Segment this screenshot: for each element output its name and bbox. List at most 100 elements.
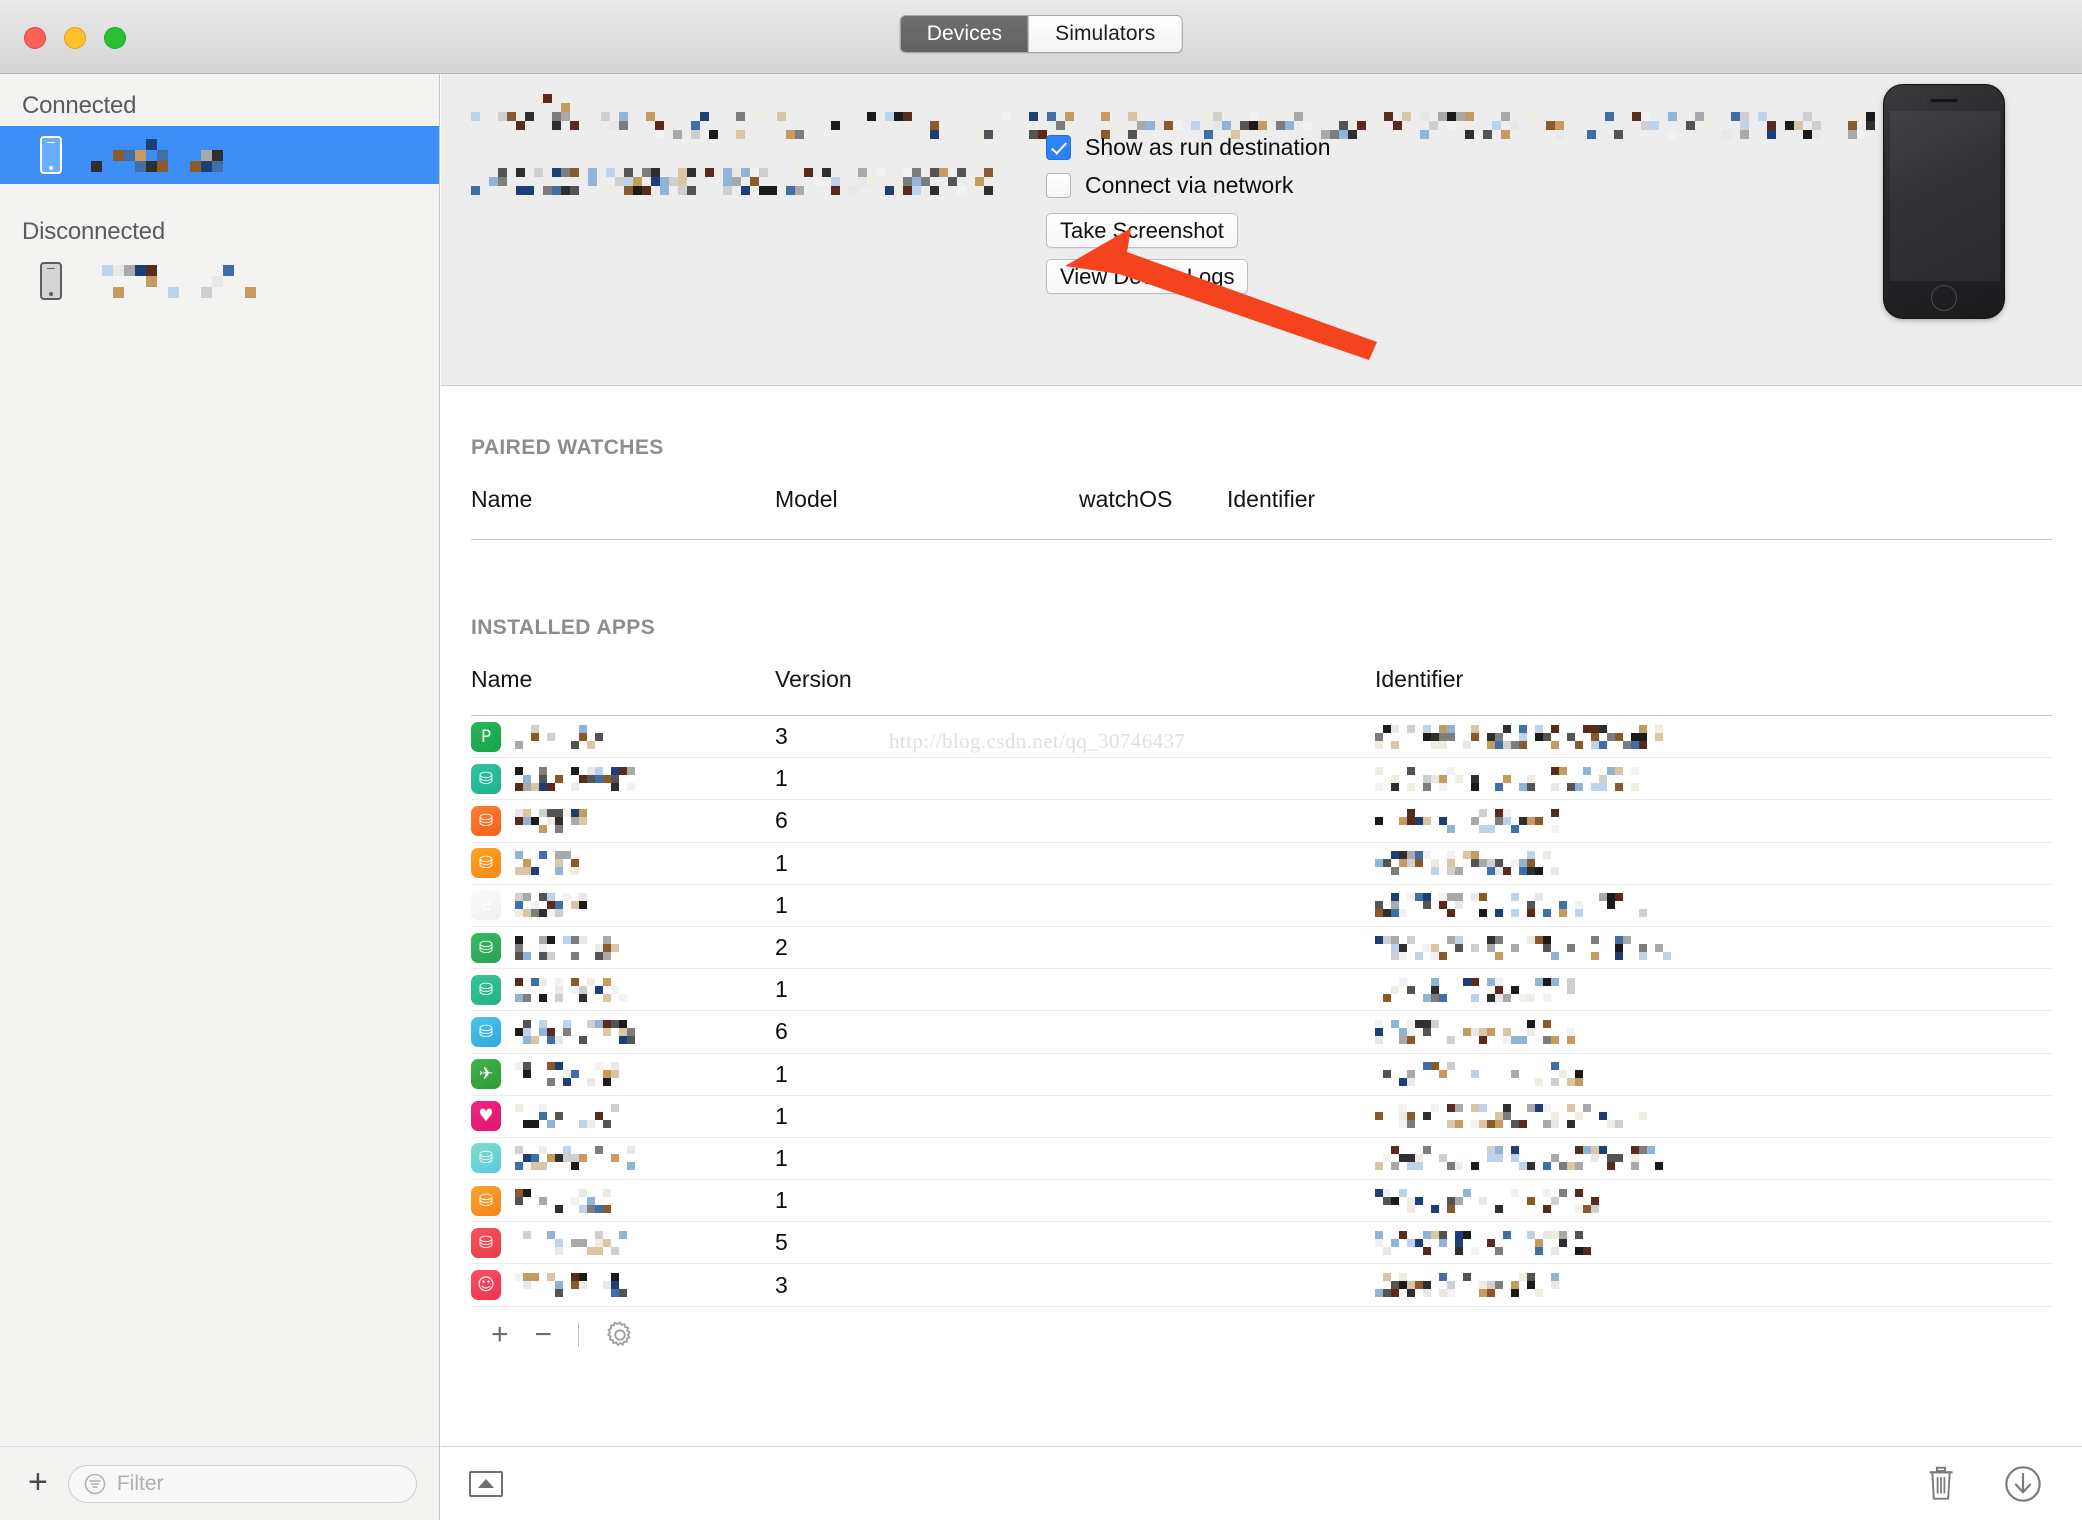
- view-device-logs-button[interactable]: View Device Logs: [1046, 259, 1249, 294]
- app-identifier-redacted: [1375, 724, 1663, 749]
- device-image: [1883, 84, 2005, 319]
- table-row[interactable]: ☺ 3: [471, 1264, 2052, 1307]
- app-version-cell: 1: [775, 765, 788, 792]
- app-identifier-redacted: [1375, 1062, 1591, 1087]
- app-identifier-redacted: [1375, 1019, 1583, 1044]
- installed-apps-column-headers: Name Version Identifier: [471, 666, 2082, 693]
- paired-watches-empty-body: [471, 540, 2082, 616]
- close-button[interactable]: [24, 27, 46, 49]
- table-row[interactable]: ⛁ 1: [471, 843, 2052, 885]
- column-header-identifier[interactable]: Identifier: [1375, 666, 1463, 693]
- app-icon-glyph: ⛁: [478, 853, 494, 874]
- device-header: Show as run destination Connect via netw…: [441, 74, 2082, 386]
- app-name-redacted: [515, 1273, 627, 1298]
- app-version-cell: 6: [775, 1018, 788, 1045]
- maximize-button[interactable]: [104, 27, 126, 49]
- sidebar-section-connected-header: Connected: [22, 92, 137, 119]
- device-title-redacted: [471, 94, 579, 130]
- app-icon-glyph: e: [480, 895, 492, 916]
- table-row[interactable]: e1: [471, 885, 2052, 927]
- app-icon-glyph: ☺: [477, 1275, 495, 1296]
- app-name-cell: ⛁: [471, 1143, 775, 1174]
- connect-via-network-row[interactable]: Connect via network: [1046, 172, 1331, 199]
- table-row[interactable]: ⛁ 6: [471, 1011, 2052, 1054]
- app-name-redacted: [515, 766, 635, 791]
- app-icon: ⛁: [471, 1143, 501, 1174]
- sidebar-item-connected-device[interactable]: [0, 126, 439, 184]
- app-name-cell: e: [471, 890, 775, 921]
- column-header-name[interactable]: Name: [471, 666, 775, 693]
- device-detail-panel: Show as run destination Connect via netw…: [441, 74, 2082, 1520]
- remove-app-button[interactable]: −: [535, 1319, 553, 1350]
- app-version-cell: 1: [775, 1187, 788, 1214]
- toolbar-separator: [578, 1322, 580, 1347]
- app-identifier-redacted: [1375, 1188, 1599, 1213]
- app-name-cell: ⛁: [471, 1227, 775, 1258]
- app-name-redacted: [515, 1230, 627, 1255]
- app-name-redacted: [515, 1104, 619, 1129]
- table-row[interactable]: P3: [471, 716, 2052, 759]
- add-app-button[interactable]: +: [491, 1319, 509, 1350]
- app-icon: ⛁: [471, 763, 501, 794]
- app-name-cell: ⛁: [471, 1185, 775, 1216]
- take-screenshot-button[interactable]: Take Screenshot: [1046, 213, 1238, 248]
- tab-devices[interactable]: Devices: [900, 16, 1029, 52]
- app-identifier-redacted: [1375, 1104, 1647, 1129]
- device-options: Show as run destination Connect via netw…: [1046, 134, 1331, 294]
- iphone-icon: [40, 262, 62, 300]
- installed-apps-table: P 3 ⛁ 1 ⛁ 6 ⛁ 1 e 1 ⛁ 2 ⛁ 1 ⛁ 6 ✈ 1 ♥ 1 ⛁ 1 ⛁ 1 ⛁ 5 ☺ 3: [471, 716, 2052, 1307]
- table-row[interactable]: ⛁ 6: [471, 800, 2052, 843]
- column-header-version[interactable]: Version: [775, 666, 1375, 693]
- column-header-name[interactable]: Name: [471, 486, 775, 513]
- installed-apps-title: INSTALLED APPS: [471, 616, 656, 639]
- eject-icon[interactable]: [469, 1470, 503, 1497]
- show-as-run-destination-label: Show as run destination: [1085, 134, 1331, 160]
- tab-simulators[interactable]: Simulators: [1028, 16, 1182, 52]
- app-icon-glyph: ⛁: [478, 937, 494, 958]
- app-icon-glyph: ⛁: [478, 810, 494, 831]
- table-row[interactable]: ♥ 1: [471, 1096, 2052, 1138]
- app-identifier-redacted: [1375, 1273, 1559, 1298]
- sidebar-bottom-bar: + Filter: [0, 1446, 439, 1520]
- table-row[interactable]: ⛁ 1: [471, 969, 2052, 1012]
- table-row[interactable]: ⛁ 5: [471, 1222, 2052, 1265]
- table-row[interactable]: ✈ 1: [471, 1054, 2052, 1096]
- sidebar-item-disconnected-device[interactable]: [0, 252, 439, 310]
- filter-input[interactable]: Filter: [67, 1464, 417, 1503]
- app-identifier-redacted: [1375, 808, 1559, 833]
- app-icon: ⛁: [471, 974, 501, 1005]
- app-icon-glyph: ⛁: [478, 768, 494, 789]
- app-identifier-redacted: [1375, 851, 1567, 876]
- app-icon: ⛁: [471, 805, 501, 836]
- paired-watches-column-headers: Name Model watchOS Identifier: [471, 486, 2082, 513]
- window-controls: [24, 27, 126, 49]
- show-as-run-destination-row[interactable]: Show as run destination: [1046, 134, 1331, 161]
- app-icon: P: [471, 721, 501, 752]
- app-name-cell: ⛁: [471, 932, 775, 963]
- app-name-redacted: [515, 935, 619, 960]
- sidebar-section-disconnected-header: Disconnected: [22, 218, 166, 245]
- connect-via-network-checkbox[interactable]: [1046, 173, 1071, 198]
- app-version-cell: 6: [775, 807, 788, 834]
- app-icon-glyph: P: [480, 726, 492, 747]
- trash-icon[interactable]: [1924, 1465, 1958, 1503]
- app-name-redacted: [515, 1062, 627, 1087]
- app-name-cell: ⛁: [471, 848, 775, 879]
- minimize-button[interactable]: [64, 27, 86, 49]
- app-name-cell: ⛁: [471, 805, 775, 836]
- gear-icon[interactable]: [605, 1320, 635, 1350]
- table-row[interactable]: ⛁ 2: [471, 927, 2052, 970]
- column-header-watchos[interactable]: watchOS: [1079, 486, 1227, 513]
- show-as-run-destination-checkbox[interactable]: [1046, 135, 1071, 160]
- app-version-cell: 3: [775, 1271, 788, 1298]
- table-row[interactable]: ⛁ 1: [471, 1180, 2052, 1223]
- download-icon[interactable]: [2004, 1465, 2042, 1503]
- column-header-identifier[interactable]: Identifier: [1227, 486, 1315, 513]
- add-device-button[interactable]: +: [22, 1465, 54, 1503]
- app-name-cell: ♥: [471, 1101, 775, 1132]
- column-header-model[interactable]: Model: [775, 486, 1079, 513]
- app-name-cell: ⛁: [471, 974, 775, 1005]
- table-row[interactable]: ⛁ 1: [471, 1138, 2052, 1181]
- devices-simulators-segmented-control[interactable]: Devices Simulators: [899, 15, 1183, 53]
- table-row[interactable]: ⛁ 1: [471, 758, 2052, 801]
